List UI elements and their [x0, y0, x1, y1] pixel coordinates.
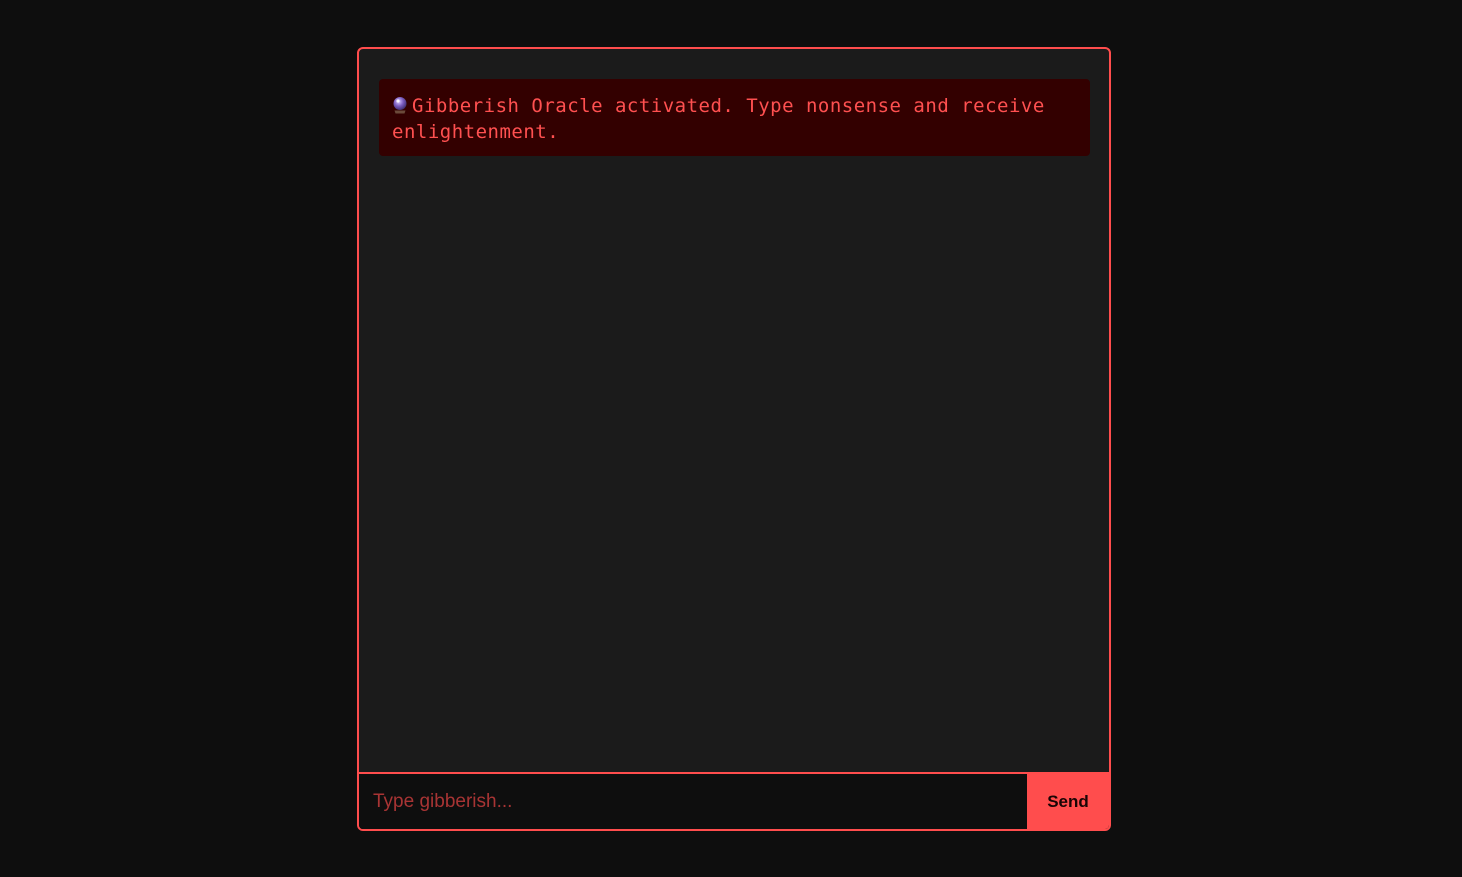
chat-window: Gibberish Oracle activated. Type nonsens…: [357, 47, 1111, 831]
oracle-message: Gibberish Oracle activated. Type nonsens…: [379, 79, 1090, 156]
composer: Send: [359, 772, 1109, 829]
crystal-ball-icon: [392, 95, 408, 114]
oracle-message-text: Gibberish Oracle activated. Type nonsens…: [392, 95, 1045, 143]
message-list: Gibberish Oracle activated. Type nonsens…: [359, 49, 1109, 772]
send-button[interactable]: Send: [1027, 774, 1109, 829]
gibberish-input[interactable]: [359, 774, 1027, 829]
